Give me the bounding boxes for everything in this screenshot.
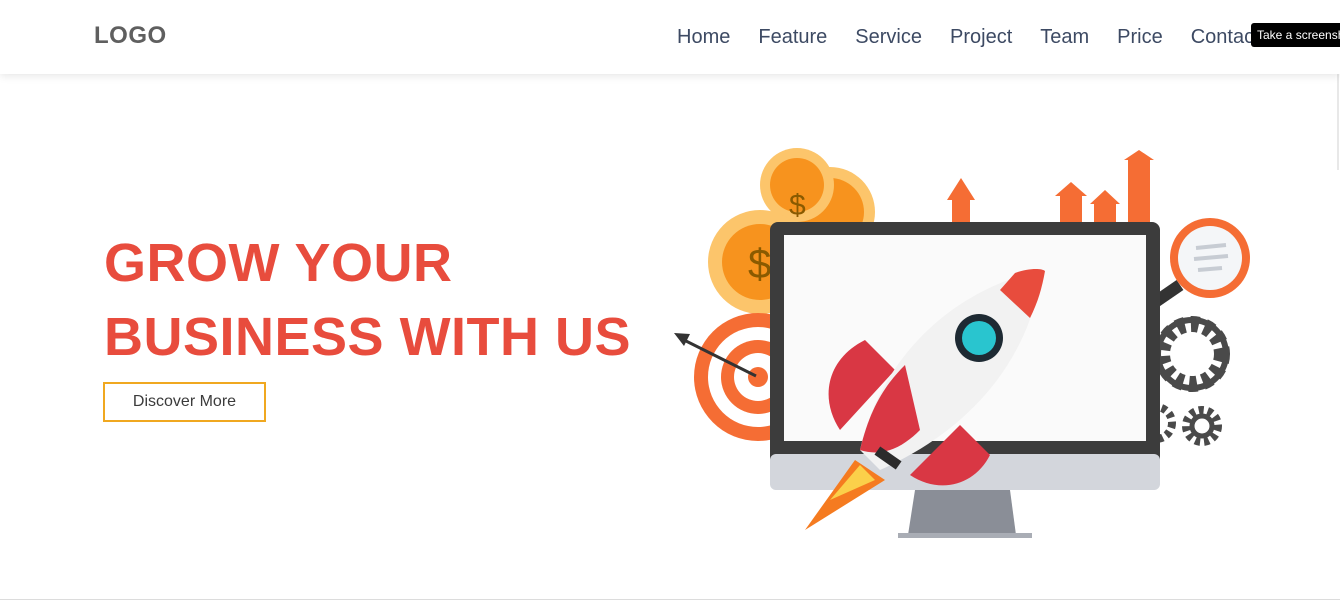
section-divider	[0, 599, 1340, 600]
growth-arrows-icon	[947, 150, 1154, 228]
nav-link-home[interactable]: Home	[677, 25, 730, 49]
nav-link-contact[interactable]: Contact	[1191, 25, 1260, 49]
coin-symbol-small: $	[789, 189, 806, 222]
growth-rocket-illustration: $ $	[674, 148, 1250, 538]
hero-title: GROW YOUR BUSINESS WITH US	[104, 226, 631, 374]
hero-title-line-2: BUSINESS WITH US	[104, 307, 632, 367]
nav-link-service[interactable]: Service	[855, 25, 922, 49]
nav-link-project[interactable]: Project	[950, 25, 1012, 49]
discover-more-button[interactable]: Discover More	[103, 382, 266, 422]
nav-link-team[interactable]: Team	[1040, 25, 1089, 49]
coin-symbol-large: $	[748, 240, 771, 287]
nav-link-price[interactable]: Price	[1117, 25, 1163, 49]
hero-title-line-1: GROW YOUR	[104, 233, 453, 293]
logo[interactable]: LOGO	[94, 22, 167, 50]
nav-links: Home Feature Service Project Team Price …	[677, 25, 1288, 49]
nav-link-feature[interactable]: Feature	[758, 25, 827, 49]
page-edge-divider	[1337, 74, 1339, 170]
screenshot-tooltip[interactable]: Take a screenshot	[1251, 23, 1340, 47]
navbar: LOGO Home Feature Service Project Team P…	[0, 0, 1340, 74]
